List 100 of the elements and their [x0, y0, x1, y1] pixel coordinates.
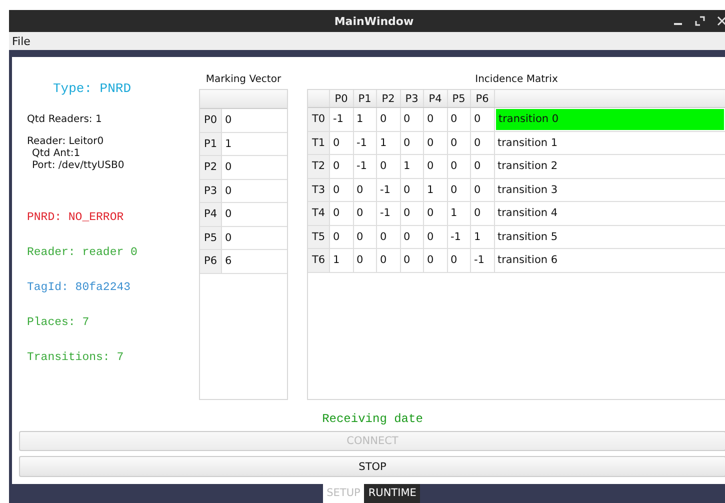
transition-cell[interactable]: transition 6: [494, 249, 725, 272]
row-header: P4: [200, 203, 222, 226]
transition-cell[interactable]: transition 2: [494, 155, 725, 178]
column-header: P2: [377, 90, 400, 107]
status-text: Places: 7: [27, 316, 90, 330]
table-cell: -1: [448, 226, 471, 248]
table-cell: 0: [330, 178, 354, 201]
transition-cell[interactable]: transition 4: [494, 202, 725, 224]
reader-info: Reader: Leitor0: [27, 136, 105, 148]
table-cell: 0: [400, 249, 424, 272]
row-header: P6: [200, 250, 222, 272]
table-cell: 0: [400, 108, 424, 130]
table-cell: 0: [424, 249, 448, 272]
row-header: T6: [308, 249, 330, 272]
table-title: Incidence Matrix: [475, 73, 558, 87]
table-cell: -1: [354, 132, 377, 154]
table-cell: 0: [354, 178, 377, 201]
table-cell: 0: [424, 155, 448, 178]
table-cell: -1: [330, 108, 354, 130]
table-cell: 1: [330, 249, 354, 272]
table-cell: 0: [448, 132, 471, 154]
transition-cell[interactable]: transition 0: [496, 109, 724, 130]
window-title: MainWindow: [334, 14, 414, 28]
table-cell: 0: [424, 132, 448, 154]
table-cell: 0: [330, 226, 354, 248]
table-cell: 0: [400, 202, 424, 224]
table-cell: 0: [448, 155, 471, 178]
table-title: Marking Vector: [206, 73, 282, 87]
table-cell: 0: [330, 155, 354, 178]
table-cell: -1: [377, 202, 400, 224]
table-cell-text: 1: [224, 136, 233, 152]
table-cell: 0: [471, 155, 494, 178]
table-cell: 0: [448, 108, 471, 130]
table-cell: 0: [448, 178, 471, 201]
table-cell: 0: [471, 178, 494, 201]
row-header: P5: [200, 226, 222, 249]
row-header: T2: [308, 155, 330, 178]
status-text: Reader: reader 0: [27, 246, 138, 260]
table-cell: 0: [471, 202, 494, 224]
row-header: T1: [308, 132, 330, 154]
status-message: Receiving date: [322, 412, 423, 426]
row-header: P3: [200, 180, 222, 202]
table-cell-text: 0: [224, 230, 233, 246]
table-cell: -1: [354, 155, 377, 178]
table-cell: 0: [424, 108, 448, 130]
status-text: PNRD: NO_ERROR: [27, 211, 125, 225]
row-header: P2: [200, 156, 222, 178]
table-cell: 1: [471, 226, 494, 248]
transition-cell[interactable]: transition 3: [494, 178, 725, 201]
table-cell: -1: [471, 249, 494, 272]
status-text: Transitions: 7: [27, 351, 125, 365]
table-cell: -1: [377, 178, 400, 201]
readers-count: Qtd Readers: 1: [27, 114, 102, 125]
table-cell: 0: [400, 178, 424, 201]
table-cell: 0: [377, 108, 400, 130]
table-cell: 1: [354, 108, 377, 130]
column-header: P1: [354, 90, 377, 107]
table-cell: 0: [471, 132, 494, 154]
table-cell: 0: [354, 249, 377, 272]
table-cell: 0: [377, 249, 400, 272]
column-header: P6: [471, 90, 494, 107]
row-header: T5: [308, 226, 330, 248]
column-header: P4: [424, 90, 448, 107]
table-cell: 0: [377, 155, 400, 178]
transition-cell[interactable]: transition 5: [494, 226, 725, 248]
type-label: Type: PNRD: [53, 81, 132, 96]
column-header: P3: [400, 90, 424, 107]
table-cell: 0: [330, 132, 354, 154]
table-cell: 1: [377, 132, 400, 154]
row-header: T0: [308, 108, 330, 130]
table-cell: 0: [354, 226, 377, 248]
table-cell: 1: [448, 202, 471, 224]
status-text: TagId: 80fa2243: [27, 281, 132, 295]
table-cell-text: 0: [224, 207, 233, 222]
reader-info: Qtd Ant:1: [31, 148, 82, 160]
tab[interactable]: RUNTIME: [364, 484, 420, 503]
table-cell: 1: [424, 178, 448, 201]
table-cell: 1: [400, 155, 424, 178]
stop-button[interactable]: STOP: [19, 456, 725, 477]
table-cell: 0: [471, 108, 494, 130]
table-cell: 0: [424, 226, 448, 248]
row-header: T4: [308, 202, 330, 224]
table-cell: 0: [330, 202, 354, 224]
menu-item[interactable]: File: [12, 34, 30, 48]
table-cell: 0: [400, 132, 424, 154]
table-cell: 0: [424, 202, 448, 224]
transition-cell[interactable]: transition 1: [494, 132, 725, 154]
table-cell-text: 6: [224, 254, 233, 270]
row-header: P0: [200, 109, 222, 132]
table-cell: 0: [354, 202, 377, 224]
table-cell: 0: [448, 249, 471, 272]
table-cell: 0: [377, 226, 400, 248]
row-header: P1: [200, 132, 222, 155]
table-cell-text: 0: [224, 113, 233, 128]
table-cell-text: 0: [224, 184, 233, 199]
row-header: T3: [308, 178, 330, 201]
table-cell-text: 0: [224, 160, 233, 176]
column-header: P5: [448, 90, 471, 107]
column-header: P0: [330, 90, 354, 107]
reader-info: Port: /dev/ttyUSB0: [31, 160, 124, 172]
